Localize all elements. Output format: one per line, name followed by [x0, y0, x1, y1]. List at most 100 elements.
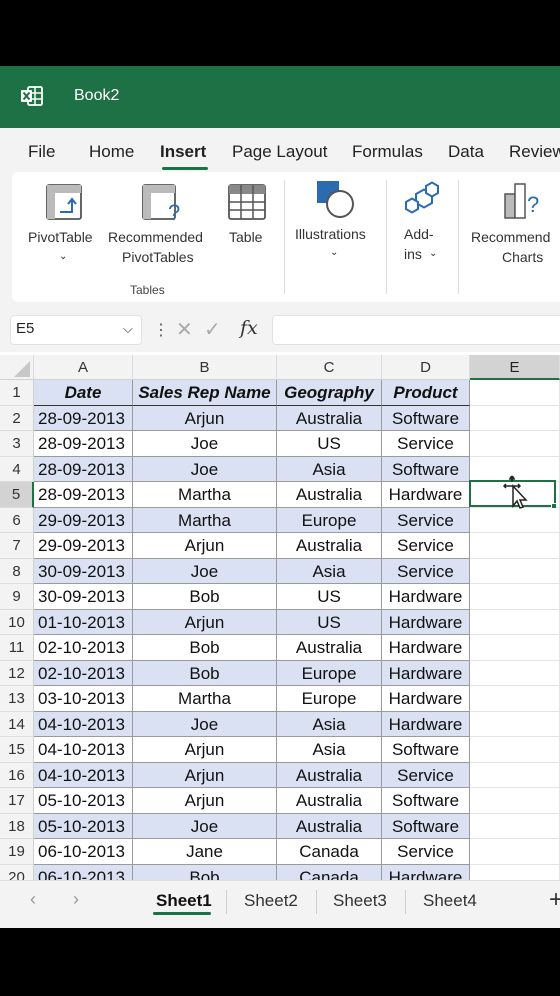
cell-geography[interactable]: US [277, 584, 382, 610]
cell-sales-rep[interactable]: Joe [133, 711, 277, 737]
row-number[interactable]: 4 [0, 456, 34, 482]
row-number[interactable]: 15 [0, 737, 34, 763]
cell-product[interactable]: Service [382, 533, 470, 559]
check-icon[interactable]: ✓ [204, 317, 221, 342]
cell-date[interactable]: 28-09-2013 [34, 482, 133, 508]
cell-product[interactable]: Software [382, 737, 470, 763]
cell-product[interactable]: Hardware [382, 711, 470, 737]
row-number[interactable]: 6 [0, 507, 34, 533]
row-number[interactable]: 11 [0, 635, 34, 661]
cell-product[interactable]: Hardware [382, 660, 470, 686]
row-number[interactable]: 19 [0, 839, 34, 865]
cell-geography[interactable]: Asia [277, 737, 382, 763]
table-label[interactable]: Table [229, 227, 262, 247]
tab-page-layout[interactable]: Page Layout [232, 142, 327, 162]
cell-e[interactable] [470, 380, 560, 406]
cell-e[interactable] [470, 762, 560, 788]
sheet-tab-sheet3[interactable]: Sheet3 [333, 891, 387, 911]
cell-sales-rep[interactable]: Bob [133, 635, 277, 661]
cell-date[interactable]: 30-09-2013 [34, 558, 133, 584]
tab-insert[interactable]: Insert [160, 142, 206, 162]
row-number[interactable]: 10 [0, 609, 34, 635]
cell-product[interactable]: Service [382, 558, 470, 584]
recommended-charts-label-line2[interactable]: Charts [502, 247, 543, 267]
tab-formulas[interactable]: Formulas [352, 142, 423, 162]
row-number[interactable]: 2 [0, 405, 34, 431]
cell-date[interactable]: 28-09-2013 [34, 431, 133, 457]
cell-sales-rep[interactable]: Joe [133, 456, 277, 482]
cell-date[interactable]: 28-09-2013 [34, 405, 133, 431]
fx-icon[interactable]: fx [240, 317, 258, 339]
cell-sales-rep[interactable]: Martha [133, 482, 277, 508]
cell-product[interactable]: Hardware [382, 482, 470, 508]
row-number[interactable]: 18 [0, 813, 34, 839]
cell-product[interactable]: Software [382, 813, 470, 839]
add-sheet-button[interactable]: + [549, 886, 560, 914]
formula-input[interactable] [272, 315, 560, 345]
addins-label-line2[interactable]: ins [404, 244, 422, 264]
chevron-down-icon[interactable]: ⌄ [429, 248, 437, 259]
tab-data[interactable]: Data [448, 142, 484, 162]
workbook-title[interactable]: Book2 [74, 87, 119, 105]
cell-product[interactable]: Service [382, 762, 470, 788]
cell-date[interactable]: 05-10-2013 [34, 813, 133, 839]
cell-e[interactable] [470, 686, 560, 712]
cell-sales-rep[interactable]: Martha [133, 686, 277, 712]
more-options-icon[interactable]: ⋮ [153, 320, 169, 340]
cell-e[interactable] [470, 839, 560, 865]
cell-date[interactable]: 30-09-2013 [34, 584, 133, 610]
sheet-tab-sheet1[interactable]: Sheet1 [156, 891, 212, 911]
chevron-right-icon[interactable]: › [73, 889, 79, 910]
cell-geography[interactable]: Asia [277, 456, 382, 482]
column-header-b[interactable]: B [133, 355, 277, 380]
cancel-icon[interactable]: ✕ [176, 317, 193, 342]
cell-e[interactable] [470, 737, 560, 763]
header-cell-sales-rep[interactable]: Sales Rep Name [133, 380, 277, 406]
cell-geography[interactable]: US [277, 609, 382, 635]
chevron-left-icon[interactable]: ‹ [30, 889, 36, 910]
cell-product[interactable]: Hardware [382, 609, 470, 635]
recommended-pivottables-label-line1[interactable]: Recommended [108, 227, 203, 247]
tab-review[interactable]: Review [509, 142, 560, 162]
cell-e[interactable] [470, 711, 560, 737]
cell-date[interactable]: 02-10-2013 [34, 660, 133, 686]
row-number[interactable]: 9 [0, 584, 34, 610]
cell-e[interactable] [470, 533, 560, 559]
cell-e[interactable] [470, 558, 560, 584]
cell-geography[interactable]: Australia [277, 635, 382, 661]
cell-date[interactable]: 04-10-2013 [34, 711, 133, 737]
row-number[interactable]: 7 [0, 533, 34, 559]
cell-geography[interactable]: Europe [277, 660, 382, 686]
cell-product[interactable]: Service [382, 431, 470, 457]
cell-sales-rep[interactable]: Arjun [133, 788, 277, 814]
cell-sales-rep[interactable]: Martha [133, 507, 277, 533]
cell-product[interactable]: Software [382, 788, 470, 814]
cell-sales-rep[interactable]: Bob [133, 584, 277, 610]
fill-handle[interactable] [551, 503, 557, 509]
chevron-down-icon[interactable]: ⌵ [123, 321, 133, 337]
cell-product[interactable]: Service [382, 507, 470, 533]
recommended-charts-label-line1[interactable]: Recommend [471, 227, 550, 247]
sheet-tab-sheet4[interactable]: Sheet4 [423, 891, 477, 911]
cell-date[interactable]: 06-10-2013 [34, 839, 133, 865]
chevron-down-icon[interactable]: ⌄ [330, 247, 338, 258]
cell-product[interactable]: Software [382, 456, 470, 482]
cell-e[interactable] [470, 813, 560, 839]
cell-date[interactable]: 29-09-2013 [34, 533, 133, 559]
cell-date[interactable]: 03-10-2013 [34, 686, 133, 712]
cell-geography[interactable]: Europe [277, 686, 382, 712]
cell-geography[interactable]: Australia [277, 762, 382, 788]
cell-geography[interactable]: Asia [277, 558, 382, 584]
row-number[interactable]: 12 [0, 660, 34, 686]
cell-sales-rep[interactable]: Joe [133, 431, 277, 457]
row-number[interactable]: 3 [0, 431, 34, 457]
pivottable-label[interactable]: PivotTable [28, 227, 93, 247]
cell-date[interactable]: 02-10-2013 [34, 635, 133, 661]
cell-date[interactable]: 28-09-2013 [34, 456, 133, 482]
cell-date[interactable]: 05-10-2013 [34, 788, 133, 814]
column-header-a[interactable]: A [34, 355, 133, 380]
row-number[interactable]: 13 [0, 686, 34, 712]
header-cell-product[interactable]: Product [382, 380, 470, 406]
cell-geography[interactable]: Europe [277, 507, 382, 533]
cell-sales-rep[interactable]: Bob [133, 660, 277, 686]
